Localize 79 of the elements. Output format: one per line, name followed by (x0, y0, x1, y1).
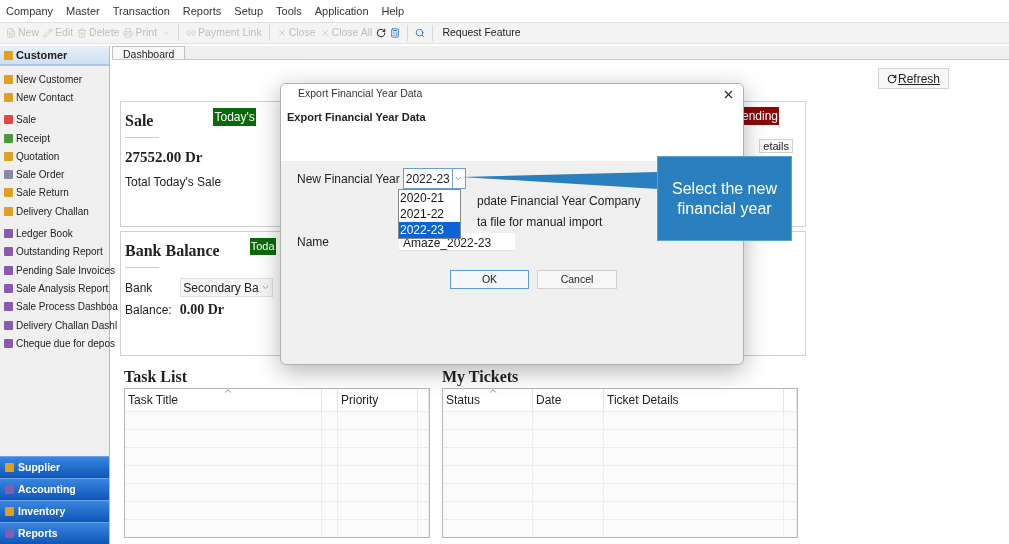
sidebar-item[interactable]: Sale (0, 110, 37, 129)
dropdown-option[interactable]: 2021-22 (399, 206, 460, 222)
section-button[interactable]: Reports (0, 522, 109, 544)
callout-box: Select the new financial year (657, 156, 792, 241)
sidebar-header[interactable]: Customer (0, 46, 109, 66)
trash-icon (77, 28, 88, 38)
balance-label: Balance: (125, 301, 172, 319)
caret-icon (260, 283, 270, 292)
year-label: New Financial Year (297, 170, 400, 188)
details-button[interactable]: etails (759, 139, 793, 153)
card-title: Bank Balance (125, 241, 220, 261)
sidebar-item[interactable]: Sale Order (0, 165, 66, 184)
sort-icon (223, 386, 233, 396)
menu-item[interactable]: Setup (234, 2, 264, 20)
toolbar-button[interactable]: Request Feature (440, 25, 523, 41)
bank-label: Bank (125, 279, 153, 297)
column-header[interactable]: Ticket Details (604, 389, 784, 411)
section-button[interactable]: Accounting (0, 478, 109, 500)
menu-item[interactable]: Master (66, 2, 100, 20)
column-header[interactable]: Priority (338, 389, 418, 411)
sale-caption: Total Today's Sale (125, 173, 222, 191)
cancel-button[interactable]: Cancel (537, 270, 617, 289)
refresh-button[interactable] (376, 28, 387, 38)
refresh-icon (886, 73, 897, 84)
sort-icon (487, 386, 498, 396)
refresh-button[interactable]: Refresh (877, 68, 949, 89)
printer-icon (123, 28, 134, 38)
search-button[interactable] (415, 28, 426, 38)
close-icon (319, 28, 330, 38)
menu-item[interactable]: Help (381, 2, 405, 20)
sidebar-item[interactable]: New Customer (0, 70, 84, 89)
sale-amount: 27552.00 Dr (125, 148, 203, 167)
sidebar-item[interactable]: Receipt (0, 128, 51, 148)
section-title: Task List (124, 368, 188, 386)
card-title: Sale (125, 111, 154, 131)
sidebar-item[interactable]: Pending Sale Invoices (0, 260, 116, 280)
bank-select[interactable]: Secondary Ba (180, 278, 273, 297)
dashboard-tab[interactable]: Dashboard (112, 46, 186, 59)
sidebar-item[interactable]: Outstanding Report (0, 242, 104, 261)
column-header[interactable]: Status (443, 389, 533, 411)
year-select[interactable]: 2022-23 (402, 168, 466, 189)
sidebar-item[interactable]: Sale Process Dashboa (0, 297, 119, 316)
section-button[interactable]: Supplier (0, 456, 109, 478)
sidebar-item[interactable]: New Contact (0, 88, 75, 107)
dropdown-option[interactable]: 2022-23 (399, 222, 460, 238)
search-icon (415, 28, 426, 38)
dialog-title: Export Financial Year Data (298, 86, 423, 102)
close-icon (276, 28, 287, 38)
section-title: My Tickets (442, 368, 520, 386)
caret-icon (161, 28, 172, 38)
ok-button[interactable]: OK (450, 270, 529, 289)
today-badge: Toda (249, 238, 276, 255)
sidebar-item[interactable]: Quotation (0, 147, 61, 166)
checkbox-label: pdate Financial Year Company (477, 193, 641, 210)
dialog-heading: Export Financial Year Data (286, 110, 427, 125)
column-header[interactable]: Date (533, 389, 604, 411)
menu-item[interactable]: Transaction (112, 2, 170, 20)
column-header[interactable]: Task Title (125, 389, 322, 411)
balance-amount: 0.00 Dr (179, 301, 225, 319)
sidebar-item[interactable]: Ledger Book (0, 224, 74, 243)
name-label: Name (297, 234, 330, 251)
sidebar-item[interactable]: Sale Analysis Report (0, 279, 110, 298)
sidebar-item[interactable]: Sale Return (0, 183, 70, 203)
menu-item[interactable]: Tools (276, 2, 302, 20)
section-button[interactable]: Inventory (0, 500, 109, 522)
menu-item[interactable]: Reports (182, 2, 222, 20)
checkbox-label: ta file for manual import (477, 214, 603, 231)
today-badge: Today's (213, 108, 256, 126)
dropdown-option[interactable]: 2020-21 (399, 190, 460, 206)
menu-item[interactable]: Application (314, 2, 369, 20)
sidebar-item[interactable]: Cheque due for depos (0, 334, 116, 353)
sidebar-item[interactable]: Delivery Challan (0, 202, 90, 221)
refresh-icon (376, 28, 387, 38)
link-icon (186, 28, 197, 38)
sidebar-item[interactable]: Delivery Challan Dashl (0, 315, 119, 335)
calculator-icon (390, 28, 401, 38)
pencil-icon (43, 28, 53, 38)
menu-item[interactable]: Company (6, 2, 54, 20)
caret-icon (454, 174, 464, 183)
